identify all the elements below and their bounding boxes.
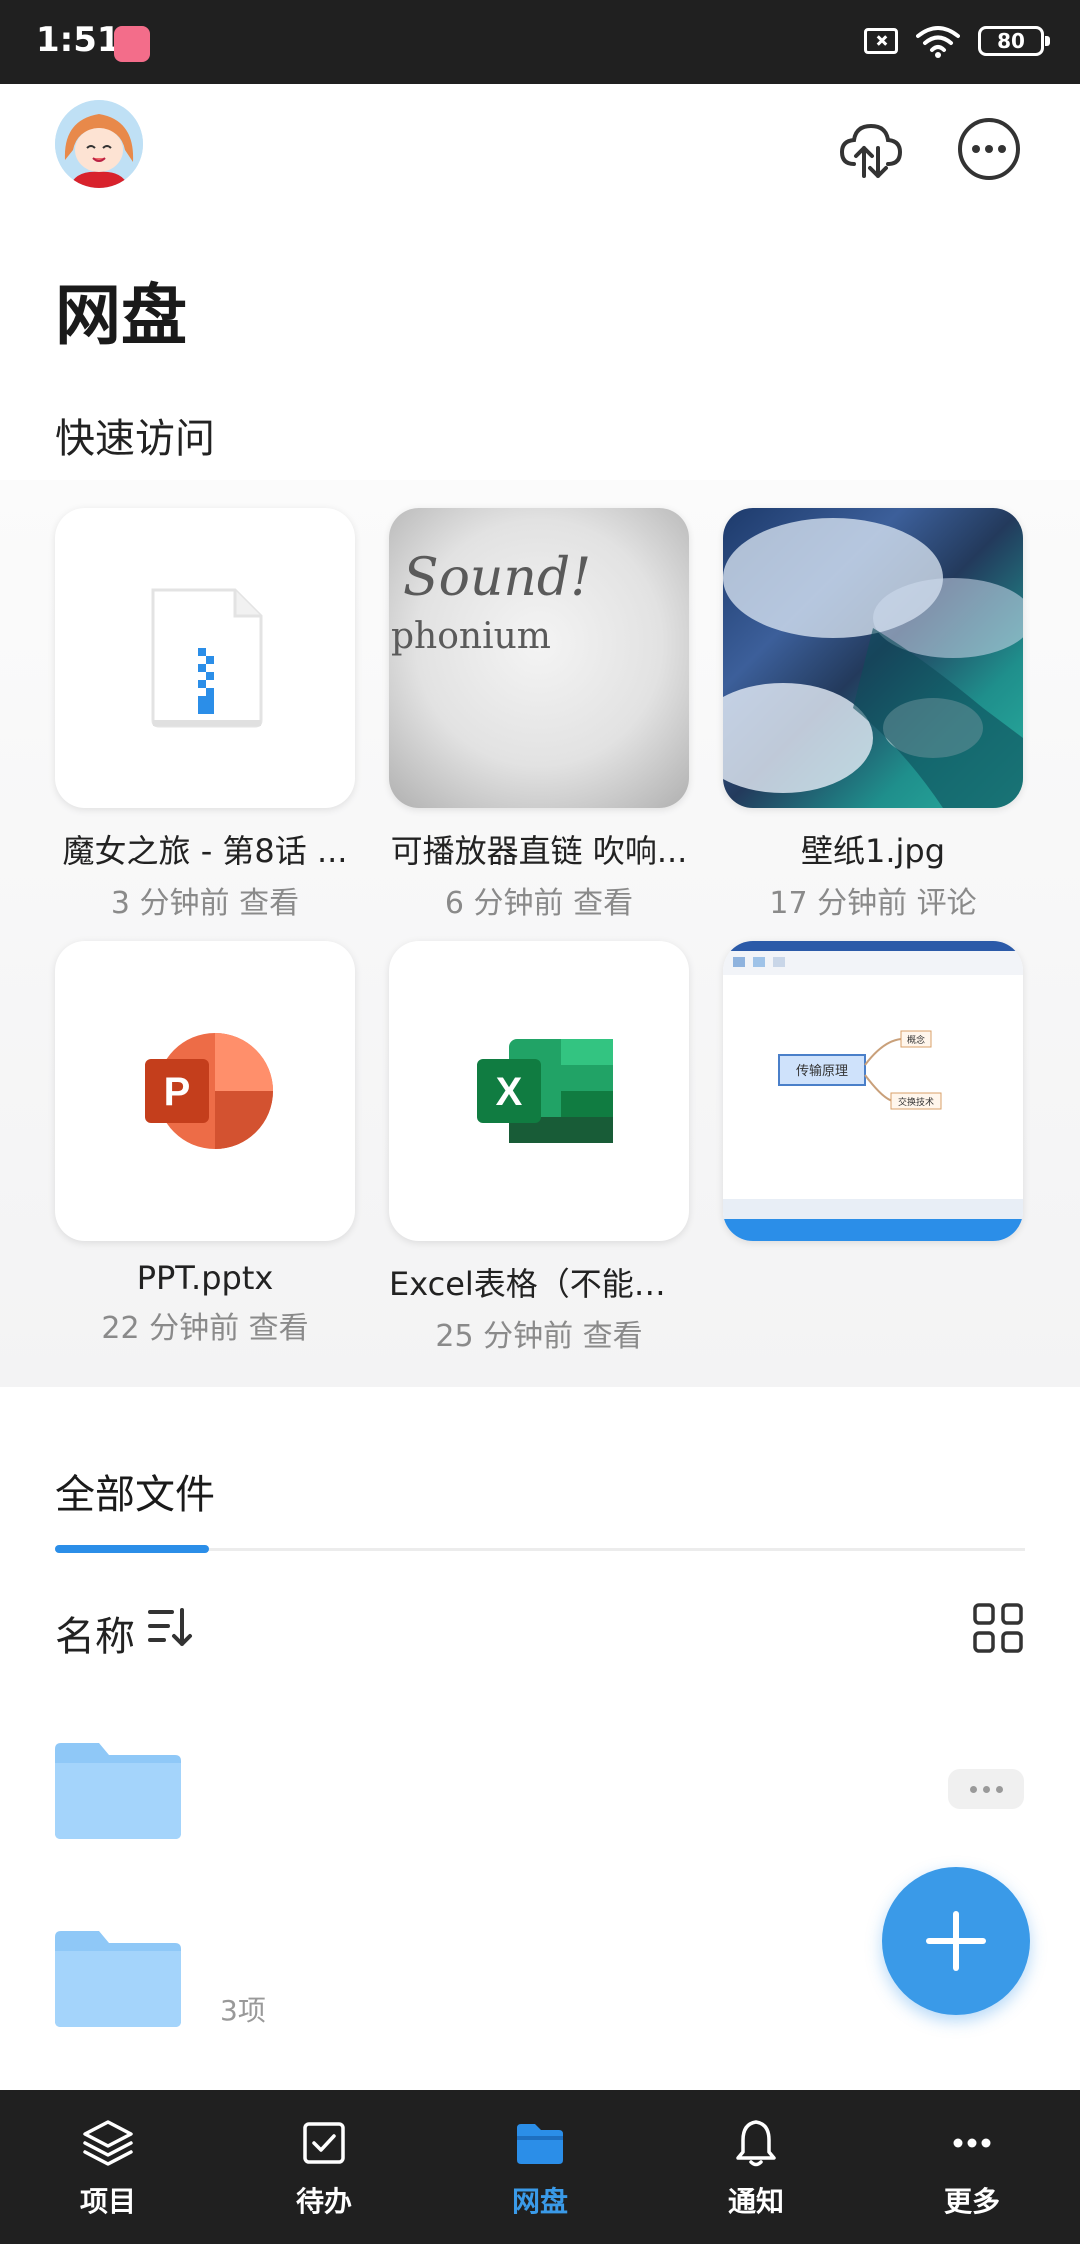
quick-access-section: 魔女之旅 - 第8话 ... 3 分钟前 查看 Sound! phonium 可… <box>0 480 1080 1387</box>
quick-item-meta: 22 分钟前 查看 <box>101 1311 309 1346</box>
status-bar: 1:51 80 <box>0 0 1080 84</box>
bell-icon <box>736 2120 776 2167</box>
mindmap-screenshot: 传输原理 概念 交换技术 <box>723 941 1023 1241</box>
nav-label: 更多 <box>943 2185 1000 2218</box>
avatar-image <box>55 100 143 188</box>
tab-indicator <box>55 1545 209 1553</box>
quick-access-title: 快速访问 <box>55 416 215 462</box>
powerpoint-icon: P <box>145 1033 273 1149</box>
mindmap-node-label: 概念 <box>907 1034 925 1046</box>
mindmap-thumbnail: 传输原理 概念 交换技术 <box>723 941 1023 1241</box>
pptx-thumbnail: P <box>55 941 355 1241</box>
image-thumbnail: Sound! phonium <box>389 508 689 808</box>
quick-access-item[interactable]: P PPT.pptx 22 分钟前 查看 <box>55 941 355 1374</box>
quick-access-item[interactable]: Sound! phonium 可播放器直链 吹响... 6 分钟前 查看 <box>389 508 689 941</box>
folder-icon <box>55 1931 181 2027</box>
thumb-text: Sound! <box>403 548 592 608</box>
quick-access-item[interactable]: 壁纸1.jpg 17 分钟前 评论 <box>723 508 1023 941</box>
zip-file-icon <box>151 588 263 728</box>
quick-item-name: Excel表格（不能预... <box>389 1265 689 1303</box>
zip-file-thumbnail <box>55 508 355 808</box>
quick-access-item[interactable]: 魔女之旅 - 第8话 ... 3 分钟前 查看 <box>55 508 355 941</box>
nav-label: 待办 <box>295 2185 352 2218</box>
folder-icon <box>55 1743 181 1839</box>
quick-access-item[interactable]: 传输原理 概念 交换技术 <box>723 941 1023 1374</box>
mindmap-center-node: 传输原理 <box>796 1063 848 1079</box>
cloud-transfer-button[interactable] <box>836 114 906 184</box>
dot <box>969 1785 977 1793</box>
quick-item-name: PPT.pptx <box>136 1259 274 1297</box>
svg-text:X: X <box>496 1070 523 1114</box>
wifi-icon <box>916 26 960 58</box>
quick-item-name: 可播放器直链 吹响... <box>390 832 688 870</box>
add-button[interactable] <box>882 1867 1030 2015</box>
more-options-button[interactable] <box>956 116 1022 182</box>
file-meta: 3项 <box>220 1994 266 2027</box>
nav-label: 通知 <box>727 2185 784 2218</box>
nav-item-more[interactable]: 更多 <box>864 2090 1080 2244</box>
checkbox-icon <box>303 2122 345 2164</box>
quick-item-name: 魔女之旅 - 第8话 ... <box>62 832 348 870</box>
quick-access-grid: 魔女之旅 - 第8话 ... 3 分钟前 查看 Sound! phonium 可… <box>55 508 1025 1374</box>
quick-item-meta: 17 分钟前 评论 <box>769 886 977 921</box>
nav-item-todo[interactable]: 待办 <box>216 2090 432 2244</box>
ocean-smoke-image <box>723 518 1023 808</box>
status-indicators: 80 <box>864 24 1050 58</box>
more-icon <box>953 2138 991 2148</box>
nav-item-notifications[interactable]: 通知 <box>648 2090 864 2244</box>
dot <box>982 1785 990 1793</box>
svg-text:P: P <box>164 1070 191 1114</box>
quick-item-meta: 3 分钟前 查看 <box>110 886 300 921</box>
quick-item-name: 壁纸1.jpg <box>800 832 946 870</box>
nav-label: 项目 <box>79 2185 136 2218</box>
status-time: 1:51 <box>36 20 121 60</box>
more-circle-icon <box>958 118 1020 180</box>
sort-order-icon[interactable] <box>146 1604 196 1650</box>
no-sim-icon <box>864 28 898 54</box>
thumb-text: phonium <box>391 616 551 657</box>
layers-icon <box>83 2120 133 2166</box>
tab-all-files[interactable]: 全部文件 <box>55 1462 215 1520</box>
cloud-transfer-icon <box>839 123 903 178</box>
sort-label[interactable]: 名称 <box>55 1604 135 1662</box>
dot <box>995 1785 1003 1793</box>
folder-icon <box>517 2124 563 2164</box>
quick-access-item[interactable]: X Excel表格（不能预... 25 分钟前 查看 <box>389 941 689 1374</box>
list-item[interactable] <box>0 1715 1080 1865</box>
wallpaper-thumbnail <box>723 508 1023 808</box>
quick-item-meta: 25 分钟前 查看 <box>435 1319 643 1354</box>
row-more-button[interactable] <box>948 1769 1024 1809</box>
mindmap-node-label: 交换技术 <box>898 1096 934 1108</box>
bottom-nav: 项目 待办 网盘 通知 更多 <box>0 2090 1080 2244</box>
avatar[interactable] <box>55 100 143 188</box>
page-title: 网盘 <box>55 277 187 354</box>
bilibili-app-icon <box>114 26 150 62</box>
nav-item-drive[interactable]: 网盘 <box>432 2090 648 2244</box>
battery-indicator: 80 <box>978 26 1050 56</box>
nav-label: 网盘 <box>511 2185 568 2218</box>
xlsx-thumbnail: X <box>389 941 689 1241</box>
nav-item-projects[interactable]: 项目 <box>0 2090 216 2244</box>
excel-icon: X <box>477 1039 613 1143</box>
quick-item-meta: 6 分钟前 查看 <box>444 886 634 921</box>
grid-view-icon[interactable] <box>972 1602 1024 1654</box>
